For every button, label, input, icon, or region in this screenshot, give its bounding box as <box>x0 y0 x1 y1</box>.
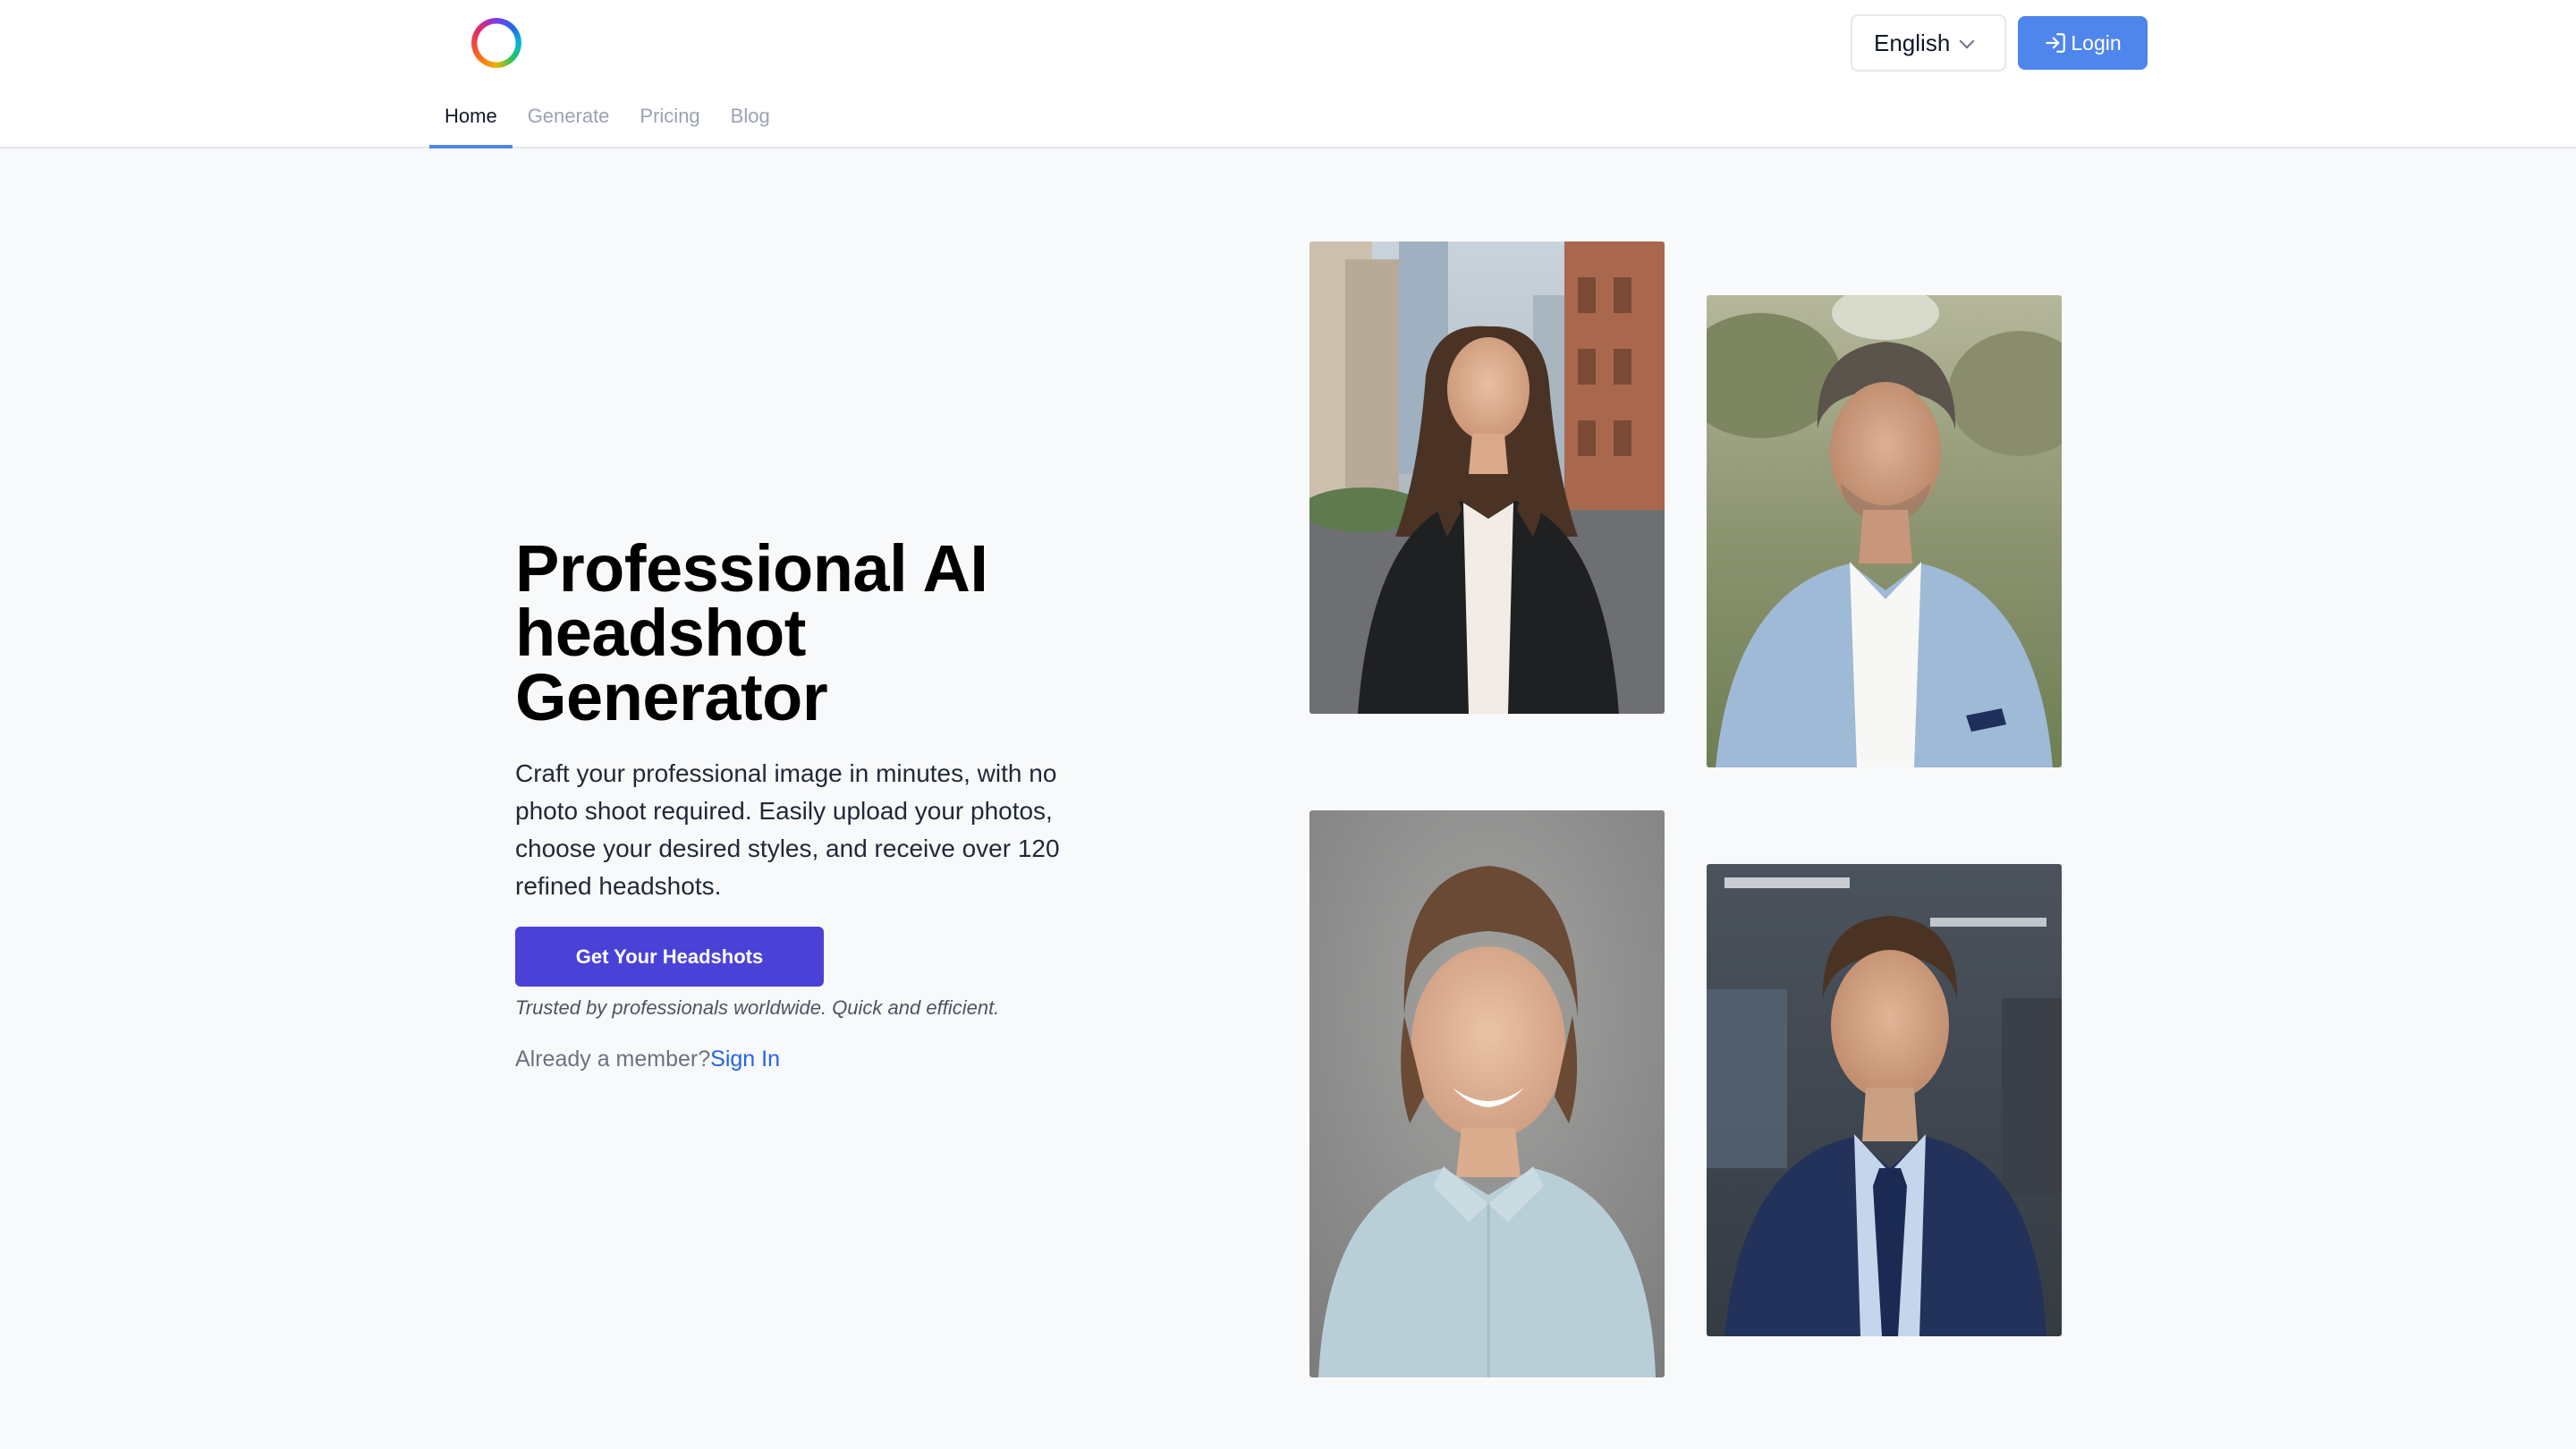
get-headshots-button[interactable]: Get Your Headshots <box>515 927 824 987</box>
hero-description: Craft your professional image in minutes… <box>515 759 1060 900</box>
trusted-tagline: Trusted by professionals worldwide. Quic… <box>515 996 1000 1019</box>
chevron-down-icon <box>1959 33 1975 49</box>
headshot-photo-woman-blazer <box>1309 242 1665 714</box>
hero-title: Professional AI headshot Generator <box>515 531 988 734</box>
headshot-photo-woman-blue-shirt <box>1309 810 1665 1377</box>
rainbow-ring-logo-icon[interactable] <box>471 18 521 68</box>
login-label: Login <box>2071 30 2122 55</box>
member-prompt: Already a member?Sign In <box>515 1046 780 1072</box>
nav-item-blog[interactable]: Blog <box>716 89 785 148</box>
headshot-photo-man-navy-suit <box>1707 864 2062 1336</box>
nav-item-home[interactable]: Home <box>429 89 513 148</box>
nav-item-generate[interactable]: Generate <box>513 89 625 148</box>
headshot-photo-man-blue-suit <box>1707 295 2062 767</box>
language-selected-value: English <box>1874 29 1951 56</box>
login-button[interactable]: Login <box>2018 16 2148 70</box>
nav-item-pricing[interactable]: Pricing <box>624 89 715 148</box>
login-arrow-icon <box>2044 31 2067 55</box>
language-select[interactable]: English <box>1851 14 2006 72</box>
top-header: English Login Home Generate Pricing Blog <box>0 0 2576 148</box>
sign-in-link[interactable]: Sign In <box>710 1046 780 1072</box>
member-text: Already a member? <box>515 1046 711 1072</box>
main-nav: Home Generate Pricing Blog <box>429 89 785 148</box>
